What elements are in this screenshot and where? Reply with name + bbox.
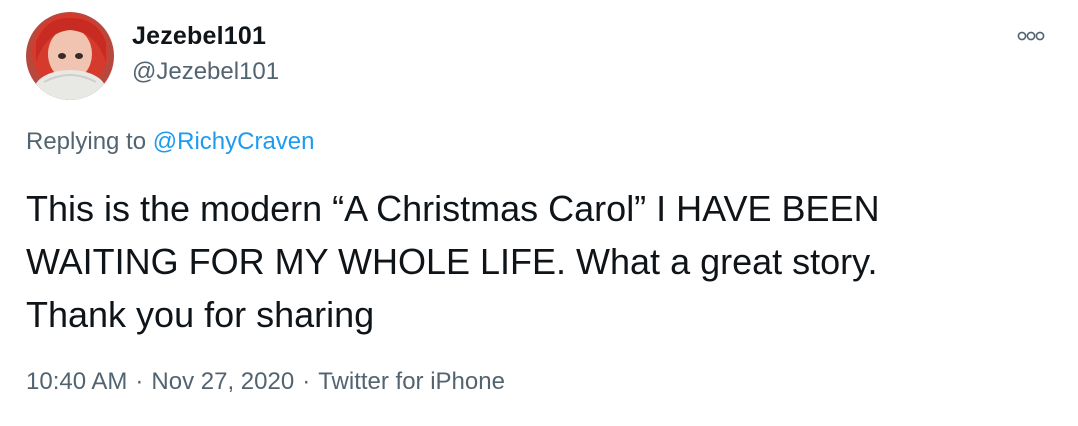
author-display-name[interactable]: Jezebel101: [132, 22, 266, 51]
tweet-time: 10:40 AM: [26, 368, 128, 395]
tweet-text-line: WAITING FOR MY WHOLE LIFE. What a great …: [26, 241, 878, 282]
separator: ·: [302, 368, 311, 395]
separator: ·: [135, 368, 144, 395]
reply-to-handle-link[interactable]: @RichyCraven: [153, 128, 315, 155]
tweet-date: Nov 27, 2020: [151, 368, 295, 395]
more-options-icon[interactable]: [1014, 24, 1048, 48]
avatar-image: [26, 12, 114, 100]
tweet-timestamp-link[interactable]: 10:40 AM · Nov 27, 2020: [26, 368, 294, 395]
tweet-metadata: 10:40 AM · Nov 27, 2020 · Twitter for iPhone: [26, 368, 505, 396]
avatar[interactable]: [26, 12, 114, 100]
replying-to: Replying to @RichyCraven: [26, 128, 315, 156]
tweet-text-line: This is the modern “A Christmas Carol” I…: [26, 188, 880, 229]
replying-to-label: Replying to: [26, 128, 147, 155]
tweet-card: Jezebel101 @Jezebel101 Replying to @Rich…: [0, 0, 1078, 426]
tweet-source-link[interactable]: Twitter for iPhone: [318, 368, 505, 395]
author-handle[interactable]: @Jezebel101: [132, 58, 279, 86]
tweet-text: This is the modern “A Christmas Carol” I…: [26, 182, 1026, 341]
tweet-text-line: Thank you for sharing: [26, 294, 375, 335]
